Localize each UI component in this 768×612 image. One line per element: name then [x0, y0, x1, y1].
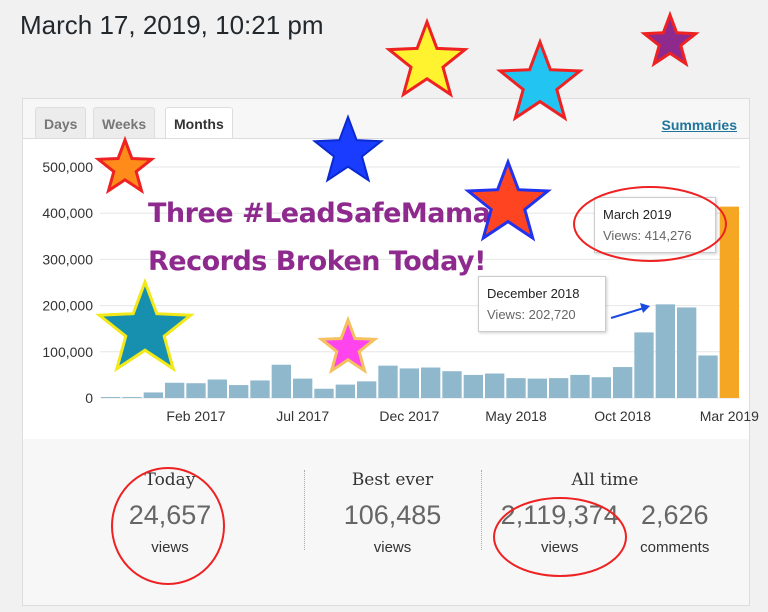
stat-heading: Today: [144, 470, 196, 490]
bar-feb-2017: [186, 383, 206, 398]
stat-value-comments: 2,626: [640, 500, 709, 530]
bar-oct-2017: [357, 381, 377, 398]
bar-nov-2018: [634, 332, 654, 398]
headline-annotation: Three #LeadSafeMama Records Broken Today…: [148, 190, 491, 286]
bar-feb-2018: [442, 371, 462, 398]
bar-dec-2017: [399, 368, 419, 398]
stat-value: 106,485: [343, 500, 442, 530]
headline-line2: Records Broken Today!: [148, 246, 486, 277]
bar-jan-2019: [677, 307, 697, 398]
y-tick-label: 500,000: [42, 159, 93, 175]
tooltip-views: Views: 414,276: [603, 228, 692, 243]
bar-may-2018: [506, 378, 526, 398]
stat-value-views: 2,119,374: [500, 500, 619, 530]
bar-feb-2019: [698, 355, 718, 398]
bar-sep-2017: [335, 384, 355, 398]
tooltip-title: December 2018: [487, 286, 580, 301]
y-tick-label: 100,000: [42, 344, 93, 360]
stat-heading: Best ever: [351, 470, 434, 490]
bar-mar-2019: [719, 206, 739, 398]
y-tick-label: 400,000: [42, 205, 93, 221]
x-tick-label: Feb 2017: [166, 408, 225, 424]
bar-nov-2016: [122, 397, 142, 398]
bar-sep-2018: [591, 377, 611, 398]
stat-unit-comments: comments: [640, 539, 710, 556]
bar-nov-2017: [378, 365, 398, 398]
bar-oct-2016: [101, 397, 121, 398]
tooltip-title: March 2019: [603, 207, 672, 222]
stat-unit: views: [373, 539, 412, 556]
bar-apr-2018: [485, 373, 505, 398]
bar-may-2017: [250, 380, 270, 398]
bar-jan-2018: [421, 367, 441, 398]
bar-jan-2017: [165, 382, 185, 398]
bar-dec-2018: [655, 304, 675, 398]
x-tick-label: Jul 2017: [276, 408, 329, 424]
bar-mar-2018: [463, 374, 483, 398]
stat-today: Today 24,657 views: [110, 470, 230, 556]
stat-value: 24,657: [128, 500, 212, 530]
tooltip-december-2018: December 2018 Views: 202,720: [478, 276, 606, 332]
x-tick-label: Dec 2017: [379, 408, 439, 424]
bar-jun-2017: [271, 364, 291, 398]
bar-aug-2018: [570, 374, 590, 398]
stat-heading: All time: [571, 470, 639, 490]
bar-jul-2018: [549, 378, 569, 398]
bar-oct-2018: [613, 367, 633, 398]
stat-best-ever: Best ever 106,485 views: [320, 470, 465, 556]
y-tick-label: 0: [85, 390, 93, 406]
bar-dec-2016: [143, 392, 163, 398]
bar-aug-2017: [314, 388, 334, 398]
tooltip-march-2019: March 2019 Views: 414,276: [594, 197, 716, 253]
y-tick-label: 300,000: [42, 251, 93, 267]
bar-mar-2017: [207, 379, 227, 398]
x-tick-label: Mar 2019: [700, 408, 759, 424]
y-tick-label: 200,000: [42, 298, 93, 314]
divider: [481, 470, 482, 550]
stat-unit: views: [151, 539, 189, 556]
headline-line1: Three #LeadSafeMama: [148, 198, 491, 229]
bar-jul-2017: [293, 378, 313, 398]
bar-jun-2018: [527, 378, 547, 398]
tooltip-views: Views: 202,720: [487, 307, 576, 322]
divider: [304, 470, 305, 550]
stat-all-time: All time 2,119,374 views 2,626 comments: [490, 470, 720, 556]
x-tick-label: Oct 2018: [594, 408, 651, 424]
stat-unit-views: views: [540, 539, 579, 556]
bar-apr-2017: [229, 385, 249, 398]
x-tick-label: May 2018: [485, 408, 547, 424]
